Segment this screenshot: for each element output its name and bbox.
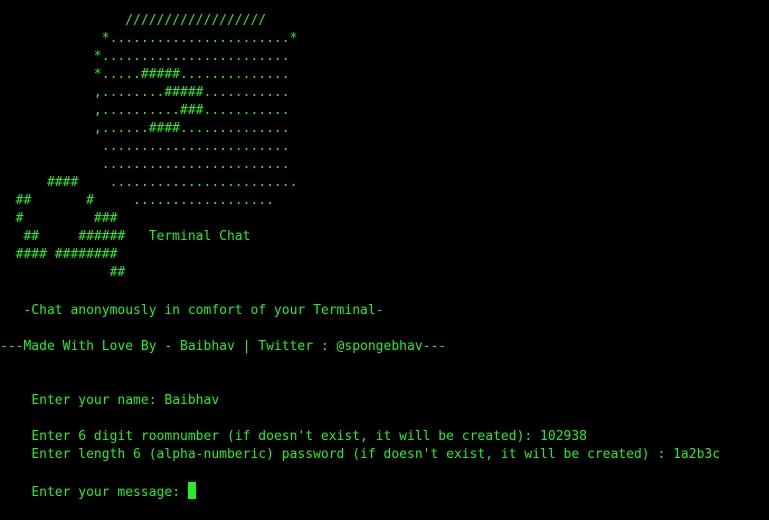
message-prompt-label: Enter your message: [31,485,188,500]
name-prompt-line: Enter your name: Baibhav [0,374,219,408]
password-prompt-line: Enter length 6 (alpha-numberic) password… [0,428,720,462]
room-prompt-line: Enter 6 digit roomnumber (if doesn't exi… [0,410,587,444]
ascii-art-banner: ////////////////// *....................… [15,13,298,280]
name-prompt-label: Enter your name: [31,393,165,408]
terminal-window[interactable]: ////////////////// *....................… [0,0,769,508]
name-prompt-value: Baibhav [164,393,220,408]
text-cursor[interactable] [187,482,196,499]
password-prompt-value: 1a2b3c [673,447,721,462]
tagline: -Chat anonymously in comfort of your Ter… [0,303,384,318]
password-prompt-label: Enter length 6 (alpha-numberic) password… [31,447,674,462]
credits-line: ---Made With Love By - Baibhav | Twitter… [0,339,447,354]
message-prompt-line[interactable]: Enter your message: [0,464,196,500]
